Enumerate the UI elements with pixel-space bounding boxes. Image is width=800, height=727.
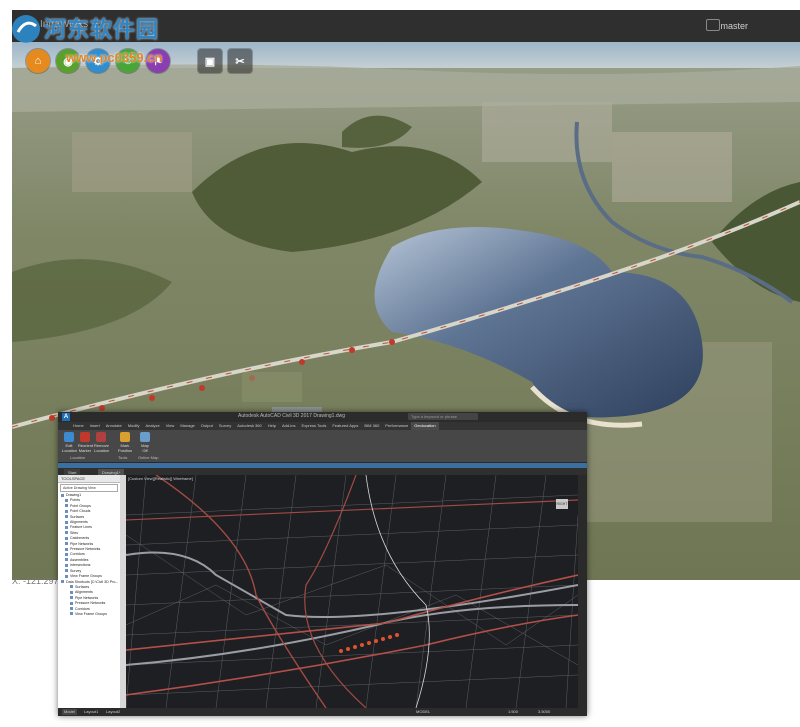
scale-readout-2[interactable]: 3.5000 bbox=[538, 709, 550, 715]
ribbon-tab[interactable]: Modify bbox=[125, 422, 143, 430]
watermark-url: www.pc0359.cn bbox=[66, 50, 163, 65]
ribbon-tab[interactable]: Insert bbox=[87, 422, 103, 430]
viewport-controls[interactable]: [Custom View][Realistic][ Wireframe] bbox=[128, 476, 193, 481]
view-select[interactable]: Active Drawing View bbox=[60, 484, 118, 492]
ribbon-tab[interactable]: BIM 360 bbox=[361, 422, 382, 430]
map-off-button[interactable]: Map Off bbox=[138, 432, 152, 453]
reorient-marker-button[interactable]: Reorient Marker bbox=[78, 432, 93, 453]
civil3d-title-bar: A Autodesk AutoCAD Civil 3D 2017 Drawing… bbox=[58, 412, 587, 422]
ribbon-tab[interactable]: Annotate bbox=[103, 422, 125, 430]
prospector-tree: Drawing1 Points Point Groups Point Clouds Su… bbox=[58, 493, 120, 617]
app-menu-button[interactable]: A bbox=[62, 413, 70, 421]
layout2-tab[interactable]: Layout2 bbox=[106, 709, 120, 715]
toolspace-panel: TOOLSPACE Active Drawing View Drawing1 Po… bbox=[58, 475, 121, 708]
ribbon-tab[interactable]: Featured Apps bbox=[329, 422, 361, 430]
mark-position-button[interactable]: Mark Position bbox=[118, 432, 132, 453]
ribbon-group-tools: Tools bbox=[118, 455, 128, 460]
scale-readout[interactable]: 1:500 bbox=[508, 709, 518, 715]
model-tab[interactable]: Model bbox=[62, 709, 77, 715]
wireframe-surface bbox=[126, 475, 578, 708]
user-name[interactable]: master bbox=[720, 21, 748, 31]
model-space-toggle[interactable]: MODEL bbox=[416, 709, 430, 715]
ribbon-tab[interactable]: Add-ins bbox=[279, 422, 299, 430]
drawing-viewport[interactable]: [Custom View][Realistic][ Wireframe] RIG… bbox=[126, 475, 578, 708]
ribbon-tab[interactable]: Home bbox=[70, 422, 87, 430]
ribbon-tab[interactable]: Manage bbox=[177, 422, 197, 430]
ribbon-panel: Edit Location Reorient Marker Remove Loc… bbox=[58, 430, 587, 463]
status-bar: Model Layout1 Layout2 MODEL 1:500 3.5000 bbox=[58, 708, 587, 716]
ribbon-tab[interactable]: Analyze bbox=[142, 422, 162, 430]
ribbon-tab[interactable]: Geolocation bbox=[411, 422, 439, 430]
ribbon-tab[interactable]: Help bbox=[265, 422, 279, 430]
ribbon-tab[interactable]: Survey bbox=[216, 422, 234, 430]
navigation-bar[interactable] bbox=[578, 475, 587, 708]
ribbon-tabs: Home Insert Annotate Modify Analyze View Manag… bbox=[58, 422, 587, 430]
layout1-tab[interactable]: Layout1 bbox=[84, 709, 98, 715]
civil3d-title: Autodesk AutoCAD Civil 3D 2017 Drawing1.… bbox=[238, 413, 345, 419]
civil3d-window: A Autodesk AutoCAD Civil 3D 2017 Drawing… bbox=[58, 412, 587, 716]
ribbon-tab[interactable]: Output bbox=[198, 422, 216, 430]
tree-item[interactable]: View Frame Groups bbox=[61, 612, 120, 617]
ribbon-group-location: Location bbox=[70, 455, 86, 460]
home-icon[interactable]: ⌂ bbox=[26, 49, 50, 73]
remove-location-button[interactable]: Remove Location bbox=[94, 432, 109, 453]
ribbon-group-online-map: Online Map bbox=[138, 455, 159, 460]
coordinate-readout: X: -121.2975 bbox=[12, 576, 64, 586]
user-icon[interactable] bbox=[706, 19, 720, 31]
ribbon-tab[interactable]: Performance bbox=[382, 422, 411, 430]
ribbon-tab[interactable]: Autodesk 360 bbox=[234, 422, 264, 430]
edit-location-button[interactable]: Edit Location bbox=[62, 432, 77, 453]
search-input[interactable]: Type a keyword or phrase bbox=[408, 413, 478, 420]
viewcube[interactable]: RIGHT bbox=[556, 499, 568, 509]
ribbon-tab[interactable]: Express Tools bbox=[299, 422, 330, 430]
screen-icon[interactable]: ▣ bbox=[198, 49, 222, 73]
watermark-text: 河东软件园 bbox=[44, 17, 160, 42]
tools-icon[interactable]: ✂ bbox=[228, 49, 252, 73]
ribbon-tab[interactable]: View bbox=[163, 422, 178, 430]
toolspace-header: TOOLSPACE bbox=[58, 475, 120, 483]
